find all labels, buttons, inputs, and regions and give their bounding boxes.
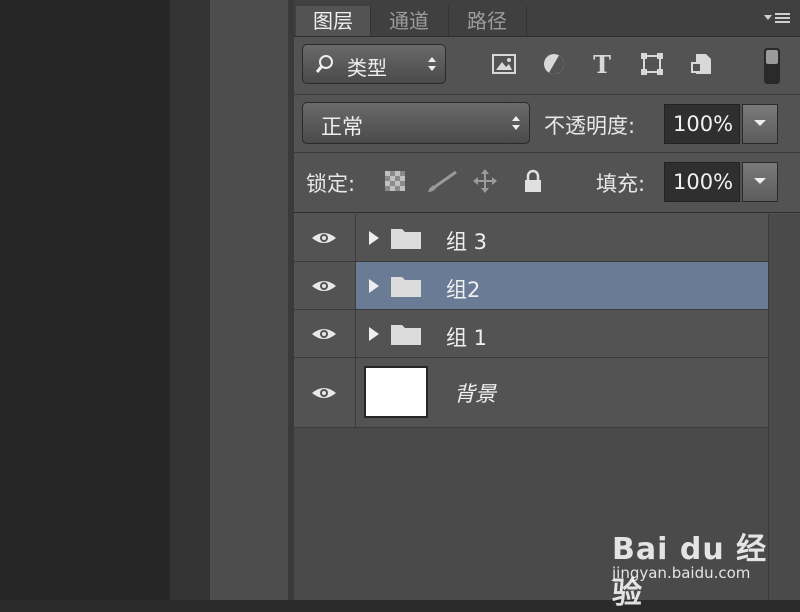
spinner-arrows-icon <box>512 116 520 130</box>
eye-icon <box>312 388 336 398</box>
divider <box>294 152 800 153</box>
layer-thumbnail <box>364 366 428 418</box>
layers-list: 组 3 组2 组 1 背景 <box>294 214 790 428</box>
baidu-watermark: Bai du 经验 jingyan.baidu.com <box>612 516 792 611</box>
layer-main[interactable]: 组 3 <box>356 214 768 261</box>
expand-triangle-icon[interactable] <box>368 278 380 294</box>
lock-label: 锁定: <box>306 172 356 196</box>
filter-toggle-switch[interactable] <box>764 48 780 84</box>
layer-name[interactable]: 组 3 <box>446 226 487 256</box>
lock-image-pixels-brush-icon[interactable] <box>424 168 458 194</box>
spinner-arrows-icon <box>428 57 436 71</box>
blend-mode-select[interactable]: 正常 <box>302 102 530 144</box>
layer-name[interactable]: 背景 <box>454 378 496 408</box>
layer-main[interactable]: 组 1 <box>356 310 768 357</box>
type-layer-filter-icon[interactable]: T <box>588 50 616 78</box>
visibility-toggle[interactable] <box>294 262 356 309</box>
divider <box>294 94 800 95</box>
layer-main[interactable]: 背景 <box>356 358 790 427</box>
workspace-divider <box>170 0 210 600</box>
fill-dropdown-button[interactable] <box>742 162 778 202</box>
expand-triangle-icon[interactable] <box>368 326 380 342</box>
smart-object-filter-icon[interactable] <box>688 50 716 78</box>
layer-main[interactable]: 组2 <box>356 262 768 309</box>
filter-kind-select[interactable]: 类型 <box>302 44 446 84</box>
svg-text:T: T <box>593 50 611 78</box>
tab-channels[interactable]: 通道 <box>370 6 449 36</box>
adjustment-layer-filter-icon[interactable] <box>540 50 568 78</box>
folder-icon <box>391 325 421 345</box>
blend-mode-label: 正常 <box>321 115 363 139</box>
layer-name[interactable]: 组2 <box>446 274 480 304</box>
eye-icon <box>312 281 336 291</box>
opacity-dropdown-button[interactable] <box>742 104 778 144</box>
panel-menu-icon[interactable] <box>762 10 792 30</box>
workspace-left <box>0 0 170 600</box>
chevron-down-icon <box>754 120 766 126</box>
shape-layer-filter-icon[interactable] <box>638 50 666 78</box>
folder-icon <box>391 277 421 297</box>
layer-row-group-2[interactable]: 组2 <box>294 262 768 310</box>
layer-row-group-3[interactable]: 组 3 <box>294 214 768 262</box>
expand-triangle-icon[interactable] <box>368 230 380 246</box>
fill-input[interactable]: 100% <box>664 162 740 202</box>
lock-all-icon[interactable] <box>520 168 546 194</box>
opacity-input[interactable]: 100% <box>664 104 740 144</box>
folder-icon <box>391 229 421 249</box>
tab-layers[interactable]: 图层 <box>296 6 371 36</box>
lock-position-move-icon[interactable] <box>472 168 498 194</box>
pixel-layer-filter-icon[interactable] <box>490 50 518 78</box>
tab-paths[interactable]: 路径 <box>448 6 527 36</box>
search-icon <box>315 55 333 73</box>
chevron-down-icon <box>754 178 766 184</box>
visibility-toggle[interactable] <box>294 358 356 427</box>
eye-icon <box>312 329 336 339</box>
visibility-toggle[interactable] <box>294 214 356 261</box>
watermark-url: jingyan.baidu.com <box>612 564 751 582</box>
filter-kind-label: 类型 <box>347 56 387 80</box>
layers-panel: 图层 通道 路径 类型 T 正常 不透明度: 100% 锁定: 填充: 100%… <box>294 0 800 600</box>
opacity-label: 不透明度: <box>544 114 636 138</box>
lock-transparent-pixels-icon[interactable] <box>382 168 408 194</box>
panel-dock-strip <box>210 0 289 600</box>
layer-name[interactable]: 组 1 <box>446 322 487 352</box>
visibility-toggle[interactable] <box>294 310 356 357</box>
layer-row-background[interactable]: 背景 <box>294 358 790 428</box>
panel-tab-bar: 图层 通道 路径 <box>294 0 800 37</box>
divider <box>294 212 800 213</box>
fill-label: 填充: <box>596 172 646 196</box>
layer-row-group-1[interactable]: 组 1 <box>294 310 768 358</box>
eye-icon <box>312 233 336 243</box>
filter-toggle-knob <box>766 50 778 64</box>
